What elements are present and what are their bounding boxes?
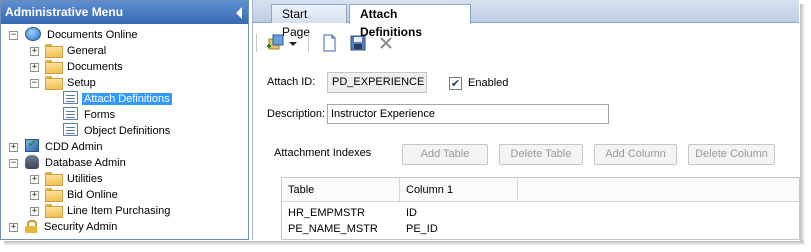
- tab-attach-definitions[interactable]: Attach Definitions: [349, 4, 471, 39]
- table-row[interactable]: HR_EMPMSTR ID: [282, 205, 799, 221]
- delete-table-button[interactable]: Delete Table: [499, 144, 583, 165]
- tree-node-label: Utilities: [67, 173, 103, 185]
- new-document-icon: [323, 34, 336, 52]
- window-shadow-bottom: [4, 241, 804, 246]
- toolbar: [253, 28, 799, 58]
- tree-node-general[interactable]: General: [45, 43, 108, 59]
- table-cell: PE_NAME_MSTR: [288, 223, 378, 235]
- tab-label: Attach Definitions: [360, 7, 422, 39]
- form-icon: [63, 107, 78, 120]
- add-attachment-button[interactable]: [265, 32, 287, 54]
- tree-node-label: Object Definitions: [84, 125, 171, 137]
- tree-node-database-admin[interactable]: Database Admin: [25, 155, 128, 171]
- definition-icon: [63, 91, 78, 104]
- expand-general-icon[interactable]: +: [30, 47, 39, 56]
- expand-utilities-icon[interactable]: +: [30, 175, 39, 184]
- database-icon: [25, 155, 39, 169]
- tree-node-security-admin[interactable]: Security Admin: [25, 219, 119, 235]
- tree-node-line-item-purchasing[interactable]: Line Item Purchasing: [45, 203, 172, 219]
- toolbar-separator: [256, 34, 257, 52]
- admin-tree: − Documents Online + General + Documents…: [1, 24, 248, 239]
- tab-start-page[interactable]: Start Page: [271, 4, 347, 39]
- attachment-indexes-grid: Table Column 1 HR_EMPMSTR ID PE_NAME_MST…: [281, 177, 800, 240]
- collapse-panel-icon[interactable]: [236, 7, 242, 19]
- column-cell: ID: [406, 207, 417, 219]
- folder-icon: [45, 204, 63, 218]
- tree-node-label: Bid Online: [67, 189, 118, 201]
- tree-node-documents-online[interactable]: Documents Online: [25, 27, 140, 43]
- tree-node-bid-online[interactable]: Bid Online: [45, 187, 120, 203]
- globe-icon: [25, 27, 41, 41]
- object-definition-icon: [63, 123, 78, 136]
- admin-menu-panel: Administrative Menu − Documents Online +…: [0, 0, 249, 240]
- content-panel: Start Page Attach Definitions Attach ID:…: [252, 0, 800, 240]
- tree-node-label: Line Item Purchasing: [67, 205, 171, 217]
- cdd-icon: [25, 137, 39, 153]
- collapse-database-admin-icon[interactable]: −: [9, 159, 18, 168]
- tree-node-label: Database Admin: [45, 157, 126, 169]
- tree-node-utilities[interactable]: Utilities: [45, 171, 104, 187]
- folder-icon: [45, 172, 63, 186]
- tree-node-object-definitions[interactable]: Object Definitions: [63, 123, 172, 139]
- add-dropdown-button[interactable]: [287, 32, 299, 54]
- expand-cdd-admin-icon[interactable]: +: [9, 143, 18, 152]
- table-row[interactable]: PE_NAME_MSTR PE_ID: [282, 221, 799, 237]
- admin-menu-title: Administrative Menu: [5, 5, 124, 19]
- expand-bid-online-icon[interactable]: +: [30, 191, 39, 200]
- attach-id-label: Attach ID:: [267, 76, 316, 88]
- tree-node-label: Documents: [67, 61, 123, 73]
- tree-node-documents[interactable]: Documents: [45, 59, 125, 75]
- column-header-table[interactable]: Table: [282, 178, 400, 202]
- column-header-column-1[interactable]: Column 1: [400, 178, 518, 202]
- delete-column-button[interactable]: Delete Column: [688, 144, 775, 165]
- tree-node-label: General: [67, 45, 107, 57]
- enabled-label: Enabled: [468, 77, 509, 89]
- tree-node-label: Forms: [84, 109, 116, 121]
- admin-menu-header: Administrative Menu: [1, 1, 248, 24]
- tree-node-label: Security Admin: [44, 221, 118, 233]
- tree-node-label: Attach Definitions: [82, 93, 172, 105]
- description-label: Description:: [267, 108, 326, 120]
- expand-documents-icon[interactable]: +: [30, 63, 39, 72]
- folder-icon: [45, 60, 63, 74]
- add-attachment-icon: [267, 34, 284, 50]
- enabled-checkbox[interactable]: ✔: [449, 77, 462, 90]
- expand-security-admin-icon[interactable]: +: [9, 223, 18, 232]
- tree-node-label: Documents Online: [47, 29, 138, 41]
- folder-open-icon: [45, 76, 63, 90]
- folder-icon: [45, 188, 63, 202]
- collapse-documents-online-icon[interactable]: −: [9, 31, 18, 40]
- tree-node-attach-definitions[interactable]: Attach Definitions: [63, 91, 172, 107]
- tab-strip: Start Page Attach Definitions: [253, 0, 799, 39]
- lock-icon: [25, 220, 37, 233]
- collapse-setup-icon[interactable]: −: [30, 79, 39, 88]
- attachment-indexes-label: Attachment Indexes: [274, 147, 372, 159]
- attach-id-value: PD_EXPERIENCE: [327, 72, 427, 93]
- add-table-button[interactable]: Add Table: [402, 144, 488, 165]
- tree-node-forms[interactable]: Forms: [63, 107, 117, 123]
- tree-node-label: Setup: [67, 77, 96, 89]
- tree-node-cdd-admin[interactable]: CDD Admin: [25, 137, 104, 155]
- grid-header: Table Column 1: [282, 178, 799, 202]
- tree-node-label: CDD Admin: [45, 141, 103, 153]
- folder-icon: [45, 44, 63, 58]
- expand-line-item-purchasing-icon[interactable]: +: [30, 207, 39, 216]
- tree-node-setup[interactable]: Setup: [45, 75, 98, 91]
- toolbar-separator: [308, 34, 309, 52]
- new-button[interactable]: [318, 32, 340, 54]
- description-input[interactable]: [327, 104, 609, 124]
- add-column-button[interactable]: Add Column: [594, 144, 677, 165]
- window-shadow-right: [800, 4, 805, 244]
- column-cell: PE_ID: [406, 223, 438, 235]
- table-cell: HR_EMPMSTR: [288, 207, 366, 219]
- chevron-down-icon: [289, 42, 297, 46]
